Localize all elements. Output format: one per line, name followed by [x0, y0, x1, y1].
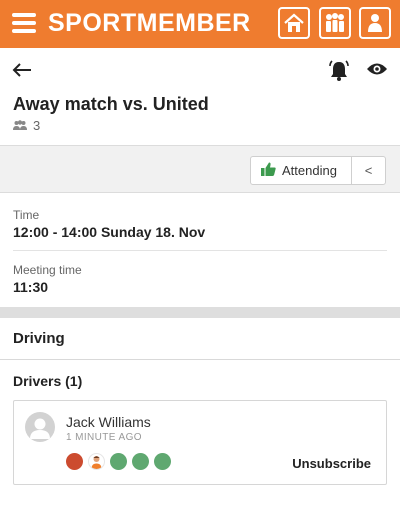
attendance-bar: Attending < — [0, 145, 400, 193]
attending-button[interactable]: Attending — [250, 156, 352, 185]
divider — [0, 359, 400, 360]
drivers-heading: Drivers (1) — [13, 373, 83, 389]
avatar — [25, 412, 55, 442]
chevron-left-icon: < — [364, 163, 373, 178]
collapse-toggle-button[interactable]: < — [351, 156, 386, 185]
participants-count: 3 — [13, 118, 40, 133]
seat-free[interactable] — [154, 453, 171, 470]
brand-logo[interactable]: SPORTMEMBER — [48, 9, 251, 38]
profile-icon[interactable] — [359, 7, 391, 39]
section-separator — [0, 307, 400, 318]
time-label: Time — [13, 208, 40, 222]
seat-free[interactable] — [132, 453, 149, 470]
hamburger-icon[interactable] — [12, 13, 36, 33]
driver-time-ago: 1 MINUTE AGO — [66, 432, 142, 443]
back-arrow-icon[interactable] — [12, 62, 32, 83]
time-value: 12:00 - 14:00 Sunday 18. Nov — [13, 224, 206, 240]
home-icon[interactable] — [278, 7, 310, 39]
participants-count-value: 3 — [33, 118, 41, 133]
seat-free[interactable] — [110, 453, 127, 470]
divider — [13, 250, 387, 251]
seat-passenger-avatar — [88, 453, 105, 470]
unsubscribe-button[interactable]: Unsubscribe — [292, 456, 371, 471]
attending-label: Attending — [282, 163, 337, 178]
meeting-time-value: 11:30 — [13, 279, 49, 295]
seat-driver — [66, 453, 83, 470]
driver-card: Jack Williams 1 MINUTE AGO Unsubscribe — [13, 400, 387, 485]
seat-indicators — [66, 453, 171, 470]
driver-name: Jack Williams — [66, 414, 151, 430]
group-icon — [13, 118, 27, 133]
top-bar: SPORTMEMBER — [0, 0, 400, 48]
meeting-time-label: Meeting time — [13, 263, 82, 277]
team-icon[interactable] — [319, 7, 351, 39]
eye-icon[interactable] — [366, 61, 388, 82]
event-header: Away match vs. United 3 — [0, 48, 400, 145]
thumbs-up-icon — [261, 162, 276, 179]
event-title: Away match vs. United — [13, 94, 209, 114]
driving-section-title: Driving — [13, 330, 65, 347]
bell-icon[interactable] — [328, 60, 350, 87]
